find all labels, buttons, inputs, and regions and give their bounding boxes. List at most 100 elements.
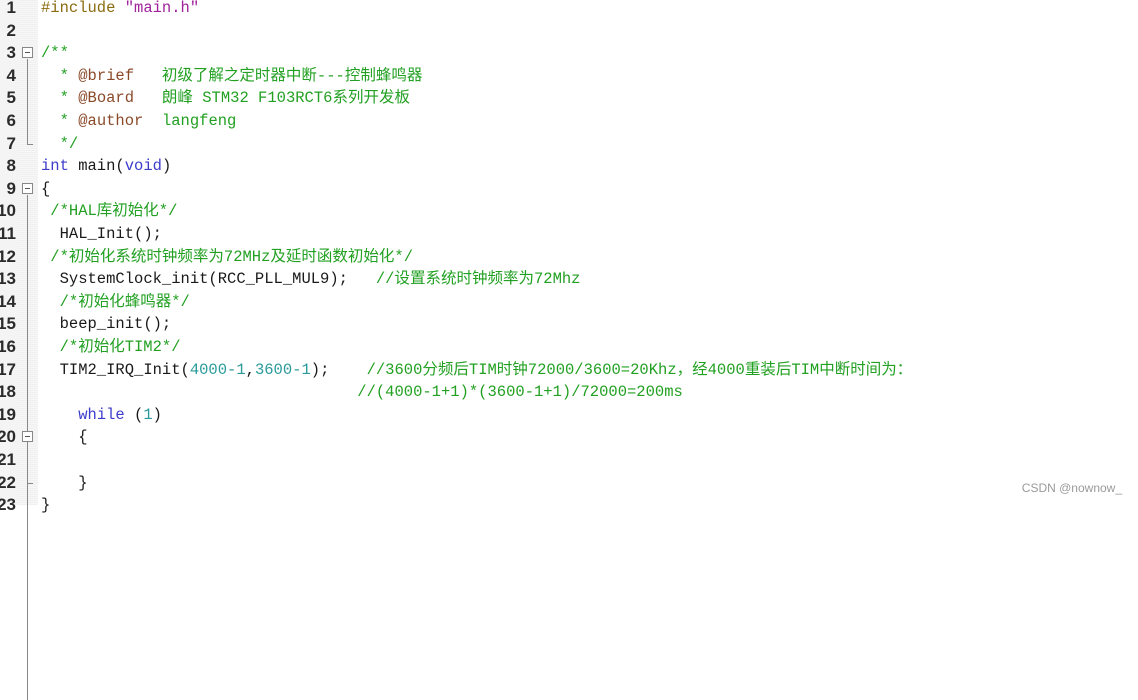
line-text: /*初始化系统时钟频率为72MHz及延时函数初始化*/ [41, 246, 413, 268]
comment-token: langfeng [143, 112, 237, 130]
code-line[interactable]: 22 } [0, 472, 1138, 494]
line-number: 23 [0, 495, 16, 515]
line-text: beep_init(); [41, 313, 172, 335]
comment-token: /*初始化蜂鸣器*/ [41, 292, 190, 311]
line-text: /*初始化TIM2*/ [41, 336, 181, 358]
preprocessor-token: #include [41, 0, 125, 17]
fold-collapse-icon[interactable] [22, 431, 33, 443]
fold-end-marker [27, 143, 33, 145]
code-line[interactable]: 4 * @brief 初级了解之定时器中断---控制蜂鸣器 [0, 65, 1138, 87]
line-text: int main(void) [41, 155, 171, 177]
code-token: main( [68, 157, 125, 176]
line-number: 7 [6, 133, 16, 153]
code-line[interactable]: 13 SystemClock_init(RCC_PLL_MUL9); //设置系… [0, 268, 1138, 290]
code-line[interactable]: 10 /*HAL库初始化*/ [0, 200, 1138, 222]
comment-token: //(4000-1+1)*(3600-1+1)/72000=200ms [357, 383, 683, 402]
code-line[interactable]: 9{ [0, 178, 1138, 200]
comment-token: 朗峰 STM32 F103RCT6系列开发板 [134, 89, 410, 108]
line-number: 3 [6, 43, 16, 63]
line-text: #include "main.h" [41, 0, 199, 19]
code-line[interactable]: 5 * @Board 朗峰 STM32 F103RCT6系列开发板 [0, 87, 1138, 109]
line-text: TIM2_IRQ_Init(4000-1,3600-1); //3600分频后T… [41, 359, 913, 381]
code-token: } [41, 473, 88, 492]
line-number: 13 [0, 269, 16, 289]
line-number: 5 [6, 88, 16, 108]
code-token: TIM2_IRQ_Init( [41, 360, 190, 379]
code-token: { [41, 428, 88, 447]
code-line[interactable]: 3 /** [0, 42, 1138, 64]
fold-collapse-icon[interactable] [22, 47, 33, 59]
code-line[interactable]: 21 [0, 449, 1138, 471]
line-text: SystemClock_init(RCC_PLL_MUL9); //设置系统时钟… [41, 268, 581, 290]
fold-guide-line [27, 194, 28, 700]
comment-token: //3600分频后TIM时钟72000/3600=20Khz，经4000重装后T… [366, 360, 913, 379]
fold-end-marker [27, 482, 33, 484]
line-number: 12 [0, 246, 16, 266]
code-line[interactable]: 14 /*初始化蜂鸣器*/ [0, 291, 1138, 313]
line-number: 6 [6, 111, 16, 130]
line-number: 10 [0, 201, 16, 221]
code-line[interactable]: 17 TIM2_IRQ_Init(4000-1,3600-1); //3600分… [0, 359, 1138, 381]
code-token: ( [124, 405, 144, 424]
comment-token: /*初始化TIM2*/ [41, 338, 181, 356]
line-text: while (1) [41, 404, 162, 426]
code-line[interactable]: 23} [0, 494, 1138, 516]
comment-token: */ [41, 134, 79, 153]
watermark: CSDN @nownow_ [1021, 481, 1122, 495]
line-text: } [41, 494, 50, 516]
code-token: HAL_Init(); [41, 225, 162, 243]
line-text: /*初始化蜂鸣器*/ [41, 291, 190, 313]
comment-token: /*HAL库初始化*/ [41, 202, 178, 221]
code-line[interactable]: 18 //(4000-1+1)*(3600-1+1)/72000=200ms [0, 381, 1138, 403]
comment-token: 初级了解之定时器中断---控制蜂鸣器 [134, 66, 423, 85]
comment-token: /** [41, 44, 69, 63]
line-text: { [41, 426, 88, 448]
line-number: 11 [0, 224, 16, 243]
code-line[interactable]: 20 { [0, 426, 1138, 448]
code-line[interactable]: 7 */ [0, 133, 1138, 155]
code-token: SystemClock_init(RCC_PLL_MUL9); [41, 270, 376, 289]
line-text: } [41, 472, 88, 494]
line-number: 1 [6, 0, 16, 17]
line-number: 4 [6, 65, 16, 85]
code-line[interactable]: 6 * @author langfeng [0, 110, 1138, 132]
line-text: * @brief 初级了解之定时器中断---控制蜂鸣器 [41, 65, 423, 87]
code-token: ) [161, 157, 172, 176]
line-text: HAL_Init(); [41, 223, 162, 245]
code-line[interactable]: 16 /*初始化TIM2*/ [0, 336, 1138, 358]
keyword-token: int [41, 157, 69, 176]
code-token: ); [310, 360, 367, 379]
fold-collapse-icon[interactable] [22, 182, 33, 194]
line-number: 22 [0, 472, 16, 492]
line-number: 17 [0, 359, 16, 379]
line-number: 9 [6, 178, 16, 198]
string-token: "main.h" [124, 0, 200, 17]
fold-guide-line [27, 59, 28, 144]
code-token: ) [152, 405, 162, 424]
code-token: , [245, 360, 255, 379]
line-text: /** [41, 42, 69, 64]
line-text: /*HAL库初始化*/ [41, 200, 177, 222]
code-line[interactable]: 2 [0, 20, 1138, 42]
line-number: 15 [0, 314, 16, 334]
number-token: 3600-1 [254, 360, 311, 379]
doc-tag-token: @brief [78, 66, 135, 85]
number-token: 1 [143, 405, 153, 424]
line-text: * @author langfeng [41, 110, 237, 132]
code-line[interactable]: 1 #include "main.h" [0, 0, 1138, 19]
comment-token: //设置系统时钟频率为72Mhz [375, 270, 581, 289]
line-text: * @Board 朗峰 STM32 F103RCT6系列开发板 [41, 87, 410, 109]
comment-token: * [41, 112, 79, 130]
line-number: 8 [6, 156, 16, 176]
code-token: { [41, 179, 51, 198]
code-line[interactable]: 8 int main(void) [0, 155, 1138, 177]
code-line[interactable]: 11 HAL_Init(); [0, 223, 1138, 245]
line-number: 19 [0, 404, 16, 424]
code-line[interactable]: 19 while (1) [0, 404, 1138, 426]
comment-token: /*初始化系统时钟频率为72MHz及延时函数初始化*/ [41, 247, 414, 266]
code-line[interactable]: 12 /*初始化系统时钟频率为72MHz及延时函数初始化*/ [0, 246, 1138, 268]
code-line[interactable]: 15 beep_init(); [0, 313, 1138, 335]
line-number: 18 [0, 382, 16, 402]
